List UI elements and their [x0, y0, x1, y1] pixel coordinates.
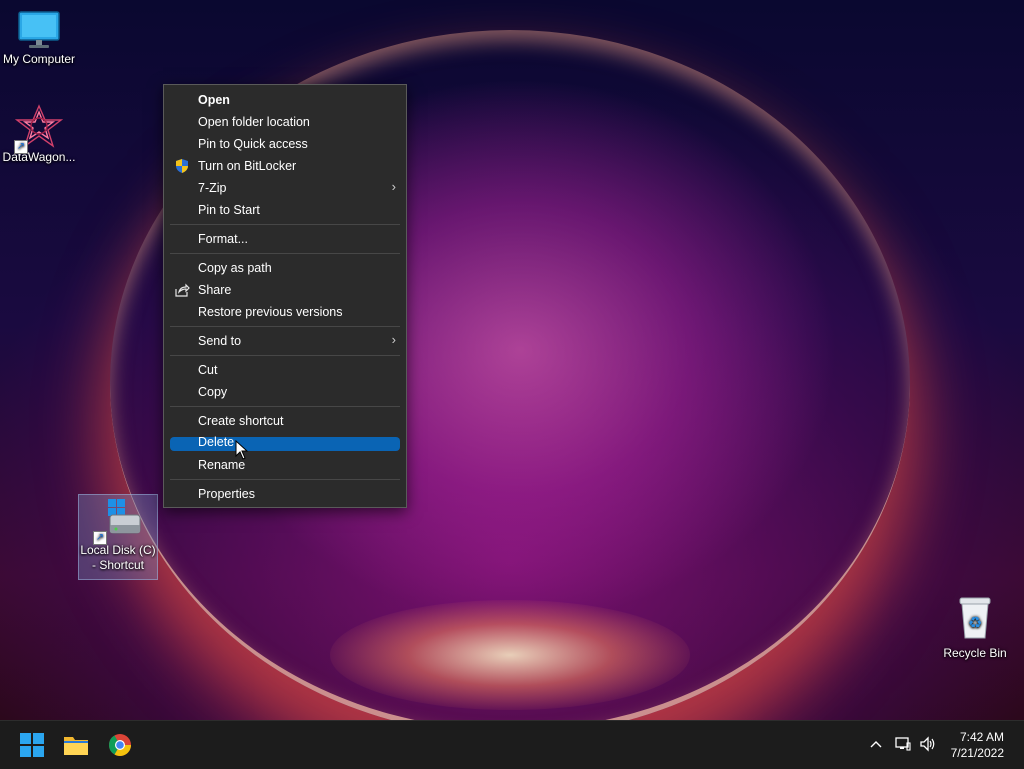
menu-item-label: 7-Zip: [198, 181, 227, 195]
chevron-right-icon: ›: [391, 179, 396, 194]
desktop[interactable]: My Computer ↗ DataWagon... ↗ Local Disk …: [0, 0, 1024, 720]
menu-item-label: Cut: [198, 363, 218, 377]
desktop-icon-label: Recycle Bin: [943, 646, 1007, 660]
start-button[interactable]: [16, 729, 48, 761]
menu-item-open-folder-location[interactable]: Open folder location: [170, 112, 400, 132]
taskbar-chrome-button[interactable]: [104, 729, 136, 761]
menu-item-restore-previous-versions[interactable]: Restore previous versions: [170, 302, 400, 322]
menu-separator: [170, 253, 400, 254]
desktop-icon-datawagon[interactable]: ↗ DataWagon...: [0, 104, 78, 165]
menu-item-label: Properties: [198, 487, 255, 501]
menu-item-create-shortcut[interactable]: Create shortcut: [170, 411, 400, 431]
context-menu: Open Open folder location Pin to Quick a…: [163, 84, 407, 508]
menu-item-label: Turn on BitLocker: [198, 159, 297, 173]
monitor-icon: [18, 11, 60, 48]
menu-separator: [170, 224, 400, 225]
menu-item-share[interactable]: Share: [170, 280, 400, 300]
clock-date: 7/21/2022: [950, 746, 1004, 760]
taskbar: 7:42 AM 7/21/2022: [0, 720, 1024, 769]
network-icon[interactable]: [893, 735, 913, 755]
menu-item-format[interactable]: Format...: [170, 229, 400, 249]
share-icon: [175, 283, 190, 297]
desktop-icon-recycle-bin[interactable]: ♻ Recycle Bin: [936, 596, 1014, 661]
menu-item-pin-to-start[interactable]: Pin to Start: [170, 200, 400, 220]
menu-item-label: Send to: [198, 334, 242, 348]
desktop-icon-label: DataWagon...: [2, 150, 76, 164]
menu-item-label: Delete: [198, 435, 235, 449]
menu-item-label: Pin to Start: [198, 203, 260, 217]
recycle-bin-icon: ♻: [959, 597, 991, 639]
menu-item-cut[interactable]: Cut: [170, 360, 400, 380]
menu-item-properties[interactable]: Properties: [170, 484, 400, 504]
menu-item-label: Pin to Quick access: [198, 137, 308, 151]
menu-item-label: Open: [198, 93, 230, 107]
desktop-icon-local-disk-shortcut[interactable]: ↗ Local Disk (C) - Shortcut: [78, 494, 158, 580]
clock-time: 7:42 AM: [959, 730, 1004, 744]
menu-item-label: Copy: [198, 385, 228, 399]
windows-start-icon: [20, 733, 44, 757]
menu-item-send-to[interactable]: Send to ›: [170, 331, 400, 351]
svg-text:♻: ♻: [968, 613, 982, 632]
menu-item-label: Open folder location: [198, 115, 310, 129]
desktop-icon-my-computer[interactable]: My Computer: [0, 8, 78, 67]
menu-item-label: Copy as path: [198, 261, 272, 275]
menu-item-turn-on-bitlocker[interactable]: Turn on BitLocker: [170, 156, 400, 176]
menu-item-copy[interactable]: Copy: [170, 382, 400, 402]
menu-item-open[interactable]: Open: [170, 90, 400, 110]
volume-icon[interactable]: [918, 735, 938, 755]
menu-item-label: Restore previous versions: [198, 305, 343, 319]
taskbar-clock[interactable]: 7:42 AM 7/21/2022: [951, 729, 1004, 761]
desktop-icon-label: Local Disk (C): [80, 543, 156, 557]
menu-item-label: Rename: [198, 458, 246, 472]
desktop-icon-label: My Computer: [2, 52, 76, 66]
menu-item-delete[interactable]: Delete: [170, 435, 400, 451]
taskbar-file-explorer-button[interactable]: [60, 729, 92, 761]
uac-shield-icon: [176, 159, 188, 173]
file-explorer-icon: [64, 737, 88, 755]
chrome-icon: [109, 734, 131, 756]
mouse-cursor-icon: [235, 440, 249, 460]
shortcut-arrow-icon: ↗: [93, 531, 107, 545]
wallpaper-glow-bottom: [330, 600, 690, 710]
menu-item-label: Format...: [198, 232, 249, 246]
tray-overflow-chevron-up-icon[interactable]: [866, 735, 886, 755]
shortcut-arrow-icon: ↗: [14, 140, 28, 154]
menu-item-copy-as-path[interactable]: Copy as path: [170, 258, 400, 278]
menu-item-pin-quick-access[interactable]: Pin to Quick access: [170, 134, 400, 154]
desktop-icon-label-line2: - Shortcut: [91, 558, 145, 572]
menu-item-label: Create shortcut: [198, 414, 284, 428]
menu-separator: [170, 479, 400, 480]
menu-separator: [170, 406, 400, 407]
menu-item-label: Share: [198, 283, 232, 297]
menu-item-rename[interactable]: Rename: [170, 455, 400, 475]
menu-item-7zip[interactable]: 7-Zip ›: [170, 178, 400, 198]
chevron-right-icon: ›: [391, 332, 396, 347]
menu-separator: [170, 326, 400, 327]
menu-separator: [170, 355, 400, 356]
